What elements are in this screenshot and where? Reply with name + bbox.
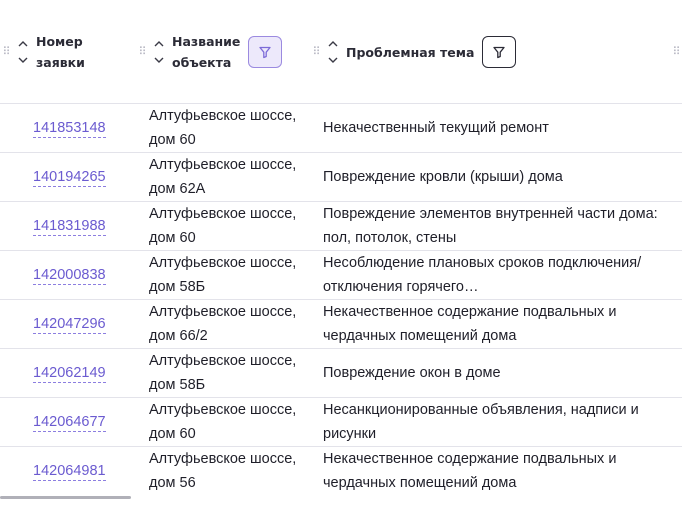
drag-handle-icon[interactable]: ⠿ xyxy=(136,46,148,58)
table-row[interactable]: 140194265 Алтуфьевское шоссе, дом 62А По… xyxy=(0,153,682,202)
object-name: Алтуфьевское шоссе, дом 62А xyxy=(149,157,297,197)
horizontal-scrollbar[interactable] xyxy=(0,494,682,500)
column-header-topic: ⠿ Проблемная тема xyxy=(310,0,517,104)
problem-topic: Некачественное содержание подвальных и ч… xyxy=(323,304,617,344)
problem-topic: Некачественный текущий ремонт xyxy=(323,120,549,136)
object-name: Алтуфьевское шоссе, дом 56 xyxy=(149,451,297,491)
problem-topic: Повреждение окон в доме xyxy=(323,365,501,381)
problem-topic: Несанкционированные объявления, надписи … xyxy=(323,402,639,442)
object-name: Алтуфьевское шоссе, дом 66/2 xyxy=(149,304,297,344)
object-name: Алтуфьевское шоссе, дом 60 xyxy=(149,206,297,246)
requests-table: ⠿ Номер заявки ⠿ Название объекта ⠿ Проб… xyxy=(0,0,682,496)
column-title-object[interactable]: Название объекта xyxy=(172,31,240,73)
drag-handle-icon[interactable]: ⠿ xyxy=(670,46,682,58)
object-name: Алтуфьевское шоссе, дом 58Б xyxy=(149,353,297,393)
table-row[interactable]: 142064677 Алтуфьевское шоссе, дом 60 Нес… xyxy=(0,398,682,447)
table-header: ⠿ Номер заявки ⠿ Название объекта ⠿ Проб… xyxy=(0,0,682,104)
column-header-number: ⠿ Номер заявки xyxy=(0,0,85,104)
column-title-number[interactable]: Номер заявки xyxy=(36,31,85,73)
topic-filter-button[interactable] xyxy=(482,36,517,68)
request-number-link[interactable]: 142064677 xyxy=(33,413,106,432)
sort-arrows-icon[interactable] xyxy=(16,35,30,69)
table-row[interactable]: 142064981 Алтуфьевское шоссе, дом 56 Нек… xyxy=(0,447,682,496)
table-row[interactable]: 141831988 Алтуфьевское шоссе, дом 60 Пов… xyxy=(0,202,682,251)
object-name: Алтуфьевское шоссе, дом 58Б xyxy=(149,255,297,295)
table-row[interactable]: 142062149 Алтуфьевское шоссе, дом 58Б По… xyxy=(0,349,682,398)
sort-arrows-icon[interactable] xyxy=(326,35,340,69)
request-number-link[interactable]: 142062149 xyxy=(33,364,106,383)
drag-handle-icon[interactable]: ⠿ xyxy=(310,46,322,58)
object-name: Алтуфьевское шоссе, дом 60 xyxy=(149,108,297,148)
request-number-link[interactable]: 142000838 xyxy=(33,266,106,285)
table-row[interactable]: 141853148 Алтуфьевское шоссе, дом 60 Нек… xyxy=(0,104,682,153)
request-number-link[interactable]: 141853148 xyxy=(33,119,106,138)
table-row[interactable]: 142047296 Алтуфьевское шоссе, дом 66/2 Н… xyxy=(0,300,682,349)
column-header-next: ⠿ xyxy=(670,0,682,104)
request-number-link[interactable]: 141831988 xyxy=(33,217,106,236)
column-title-topic[interactable]: Проблемная тема xyxy=(346,42,474,63)
problem-topic: Некачественное содержание подвальных и ч… xyxy=(323,451,617,491)
table-row[interactable]: 142000838 Алтуфьевское шоссе, дом 58Б Не… xyxy=(0,251,682,300)
column-title-line: Название xyxy=(172,34,241,49)
drag-handle-icon[interactable]: ⠿ xyxy=(0,46,12,58)
object-filter-button[interactable] xyxy=(248,36,283,68)
object-name: Алтуфьевское шоссе, дом 60 xyxy=(149,402,297,442)
problem-topic: Повреждение элементов внутренней части д… xyxy=(323,206,658,246)
column-title-line: объекта xyxy=(172,55,232,70)
request-number-link[interactable]: 140194265 xyxy=(33,168,106,187)
problem-topic: Повреждение кровли (крыши) дома xyxy=(323,169,563,185)
filter-icon xyxy=(259,46,272,59)
request-number-link[interactable]: 142064981 xyxy=(33,462,106,481)
sort-arrows-icon[interactable] xyxy=(152,35,166,69)
filter-icon xyxy=(493,46,506,59)
column-title-line: заявки xyxy=(36,55,85,70)
request-number-link[interactable]: 142047296 xyxy=(33,315,106,334)
scrollbar-thumb[interactable] xyxy=(0,496,131,499)
column-title-line: Номер xyxy=(36,34,83,49)
column-header-object: ⠿ Название объекта xyxy=(136,0,283,104)
problem-topic: Несоблюдение плановых сроков подключения… xyxy=(323,255,642,295)
